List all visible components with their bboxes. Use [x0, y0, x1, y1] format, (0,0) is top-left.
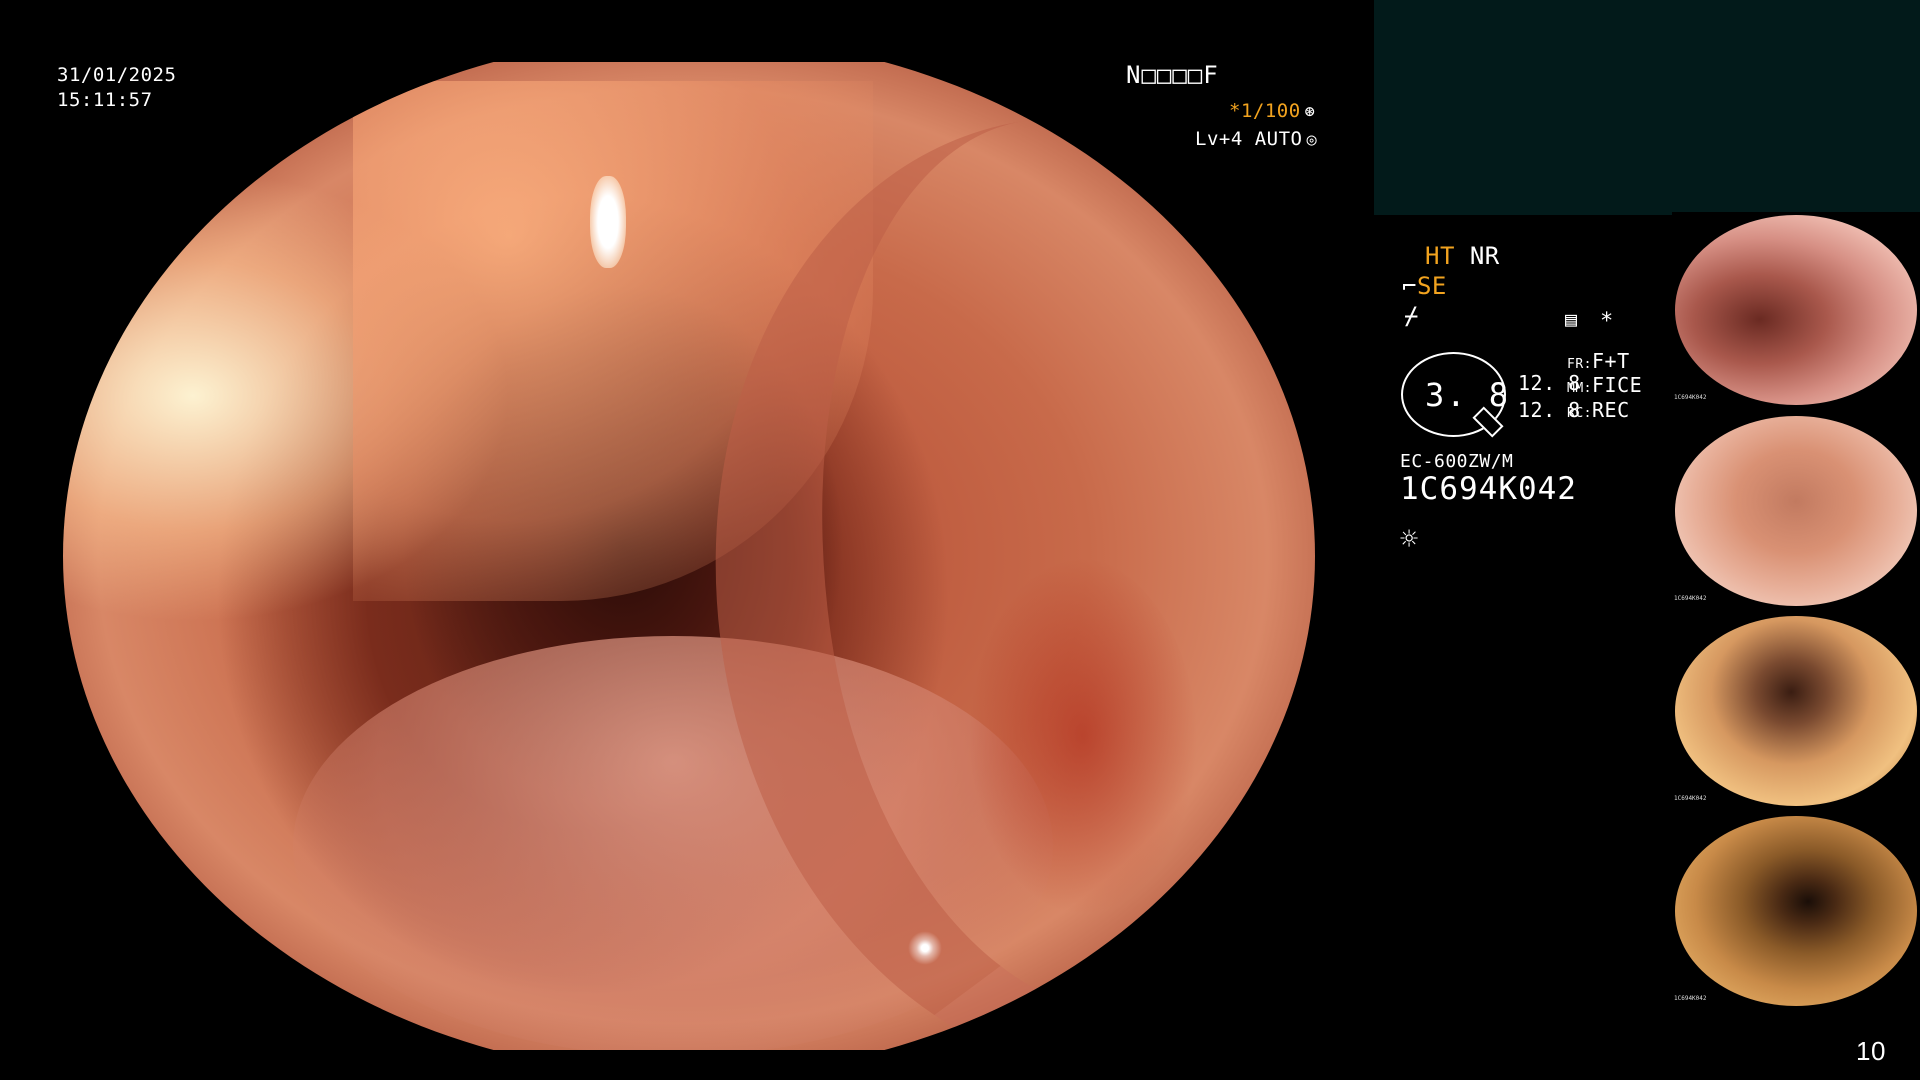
sun-icon: ☼ — [1400, 522, 1419, 557]
zoom-value: 3. 8 — [1425, 376, 1511, 414]
info-panel-box — [1374, 0, 1920, 215]
se-label: SE — [1416, 272, 1447, 300]
scope-serial: 1C694K042 — [1400, 471, 1577, 507]
aperture-icon: ⊛ — [1304, 102, 1316, 122]
mode-rc-val: REC — [1591, 398, 1630, 422]
light-reflection — [590, 176, 626, 268]
mode-mm-val: FICE — [1591, 373, 1643, 397]
specular-spark — [908, 931, 942, 965]
ht-nr-row: HT NR — [1425, 242, 1500, 270]
thumbnail-1[interactable]: 1C694K042 — [1672, 212, 1920, 408]
target-icon: ◎ — [1306, 130, 1318, 150]
nr-label: NR — [1469, 242, 1500, 270]
date-label: 31/01/2025 — [57, 64, 177, 86]
se-row: ⌐SE — [1402, 272, 1447, 300]
lightning-icon: ⌿ — [1404, 302, 1419, 330]
asterisk-mark: * — [1600, 309, 1614, 334]
thumbnail-3[interactable]: 1C694K042 — [1672, 613, 1920, 809]
mode-mm: MM:FICE — [1567, 374, 1642, 400]
wrench-icon: ⌐ — [1402, 272, 1417, 300]
grid-icon: ▤ — [1565, 307, 1578, 331]
level-indicator: Lv+4 AUTO ◎ — [1195, 128, 1317, 152]
level-value: Lv+4 AUTO — [1195, 128, 1303, 150]
endoscope-view — [63, 62, 1315, 1050]
page-number: 10 — [1856, 1036, 1886, 1066]
shutter-speed: *1/100 ⊛ — [1229, 100, 1315, 124]
thumbnail-image — [1675, 816, 1917, 1006]
thumbnail-code: 1C694K042 — [1674, 394, 1707, 401]
shutter-value: *1/100 — [1229, 100, 1301, 122]
mode-mm-key: MM: — [1567, 381, 1592, 396]
thumbnail-image — [1675, 215, 1917, 405]
thumbnail-code: 1C694K042 — [1674, 595, 1707, 602]
scope-model: EC-600ZW/M — [1400, 451, 1514, 472]
time-label: 15:11:57 — [57, 89, 153, 111]
thumbnail-2[interactable]: 1C694K042 — [1672, 413, 1920, 609]
thumbnail-image — [1675, 416, 1917, 606]
mode-rc-key: RC: — [1567, 406, 1592, 421]
thumbnail-image — [1675, 616, 1917, 806]
thumbnail-code: 1C694K042 — [1674, 995, 1707, 1002]
thumbnail-4[interactable]: 1C694K042 — [1672, 813, 1920, 1009]
mode-fr-key: FR: — [1567, 357, 1592, 372]
thumbnail-code: 1C694K042 — [1674, 795, 1707, 802]
ht-label: HT — [1425, 242, 1455, 270]
patient-code: N□□□□F — [1126, 61, 1219, 89]
mode-fr-val: F+T — [1591, 349, 1630, 373]
mode-rc: RC:REC — [1567, 399, 1630, 425]
